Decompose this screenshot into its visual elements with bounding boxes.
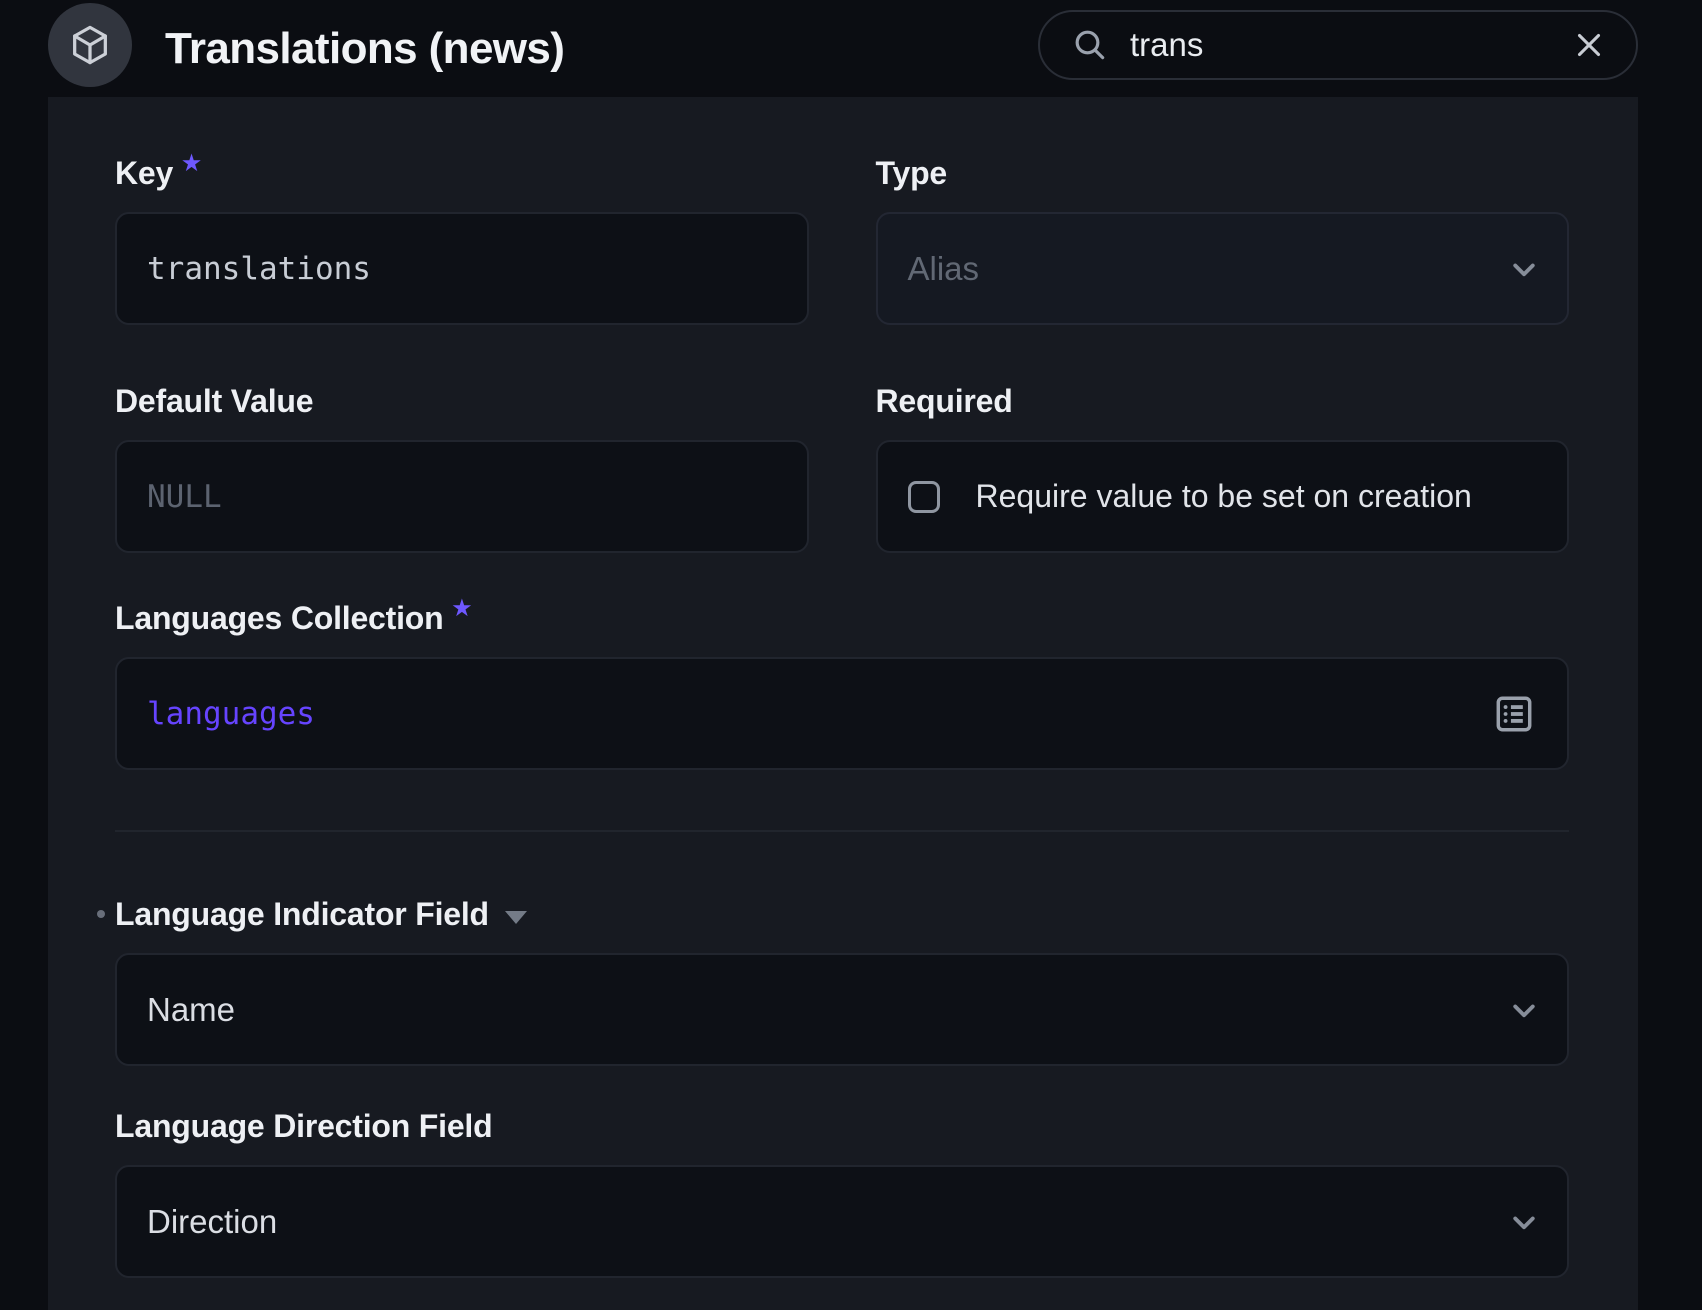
field-language-indicator: Language Indicator Field Name bbox=[115, 894, 1569, 1066]
search-icon bbox=[1070, 25, 1110, 65]
collection-icon-circle bbox=[48, 3, 132, 87]
clear-search-button[interactable] bbox=[1564, 20, 1614, 70]
close-icon bbox=[1570, 26, 1608, 64]
languages-collection-value: languages bbox=[147, 696, 315, 732]
required-label: Required bbox=[876, 381, 1570, 421]
field-language-direction: Language Direction Field Direction bbox=[115, 1106, 1569, 1278]
default-value-input-box bbox=[115, 440, 809, 553]
type-select[interactable]: Alias bbox=[876, 212, 1570, 325]
language-direction-select[interactable]: Direction bbox=[115, 1165, 1569, 1278]
field-key: Key★ bbox=[115, 153, 809, 325]
field-default-value: Default Value bbox=[115, 381, 809, 553]
language-indicator-select[interactable]: Name bbox=[115, 953, 1569, 1066]
chevron-down-icon bbox=[1503, 989, 1545, 1031]
default-value-input[interactable] bbox=[147, 442, 777, 551]
field-required: Required Require value to be set on crea… bbox=[876, 381, 1570, 553]
type-select-value: Alias bbox=[908, 250, 980, 288]
field-settings-panel: Key★ Type Alias Default Value bbox=[48, 97, 1638, 1310]
drawer-header: Translations (news) bbox=[0, 0, 1702, 97]
chevron-down-icon bbox=[1503, 1201, 1545, 1243]
cube-icon bbox=[67, 22, 113, 68]
languages-collection-field[interactable]: languages bbox=[115, 657, 1569, 770]
type-label: Type bbox=[876, 153, 1570, 193]
language-indicator-value: Name bbox=[147, 991, 235, 1029]
language-direction-value: Direction bbox=[147, 1203, 277, 1241]
field-languages-collection: Languages Collection★ languages bbox=[115, 598, 1569, 770]
search-box[interactable] bbox=[1038, 10, 1638, 80]
language-direction-label: Language Direction Field bbox=[115, 1106, 1569, 1146]
section-divider bbox=[115, 830, 1569, 832]
chevron-down-icon bbox=[1503, 248, 1545, 290]
required-checkbox-group: Require value to be set on creation bbox=[876, 440, 1570, 553]
page-title: Translations (news) bbox=[165, 24, 564, 74]
required-star-icon: ★ bbox=[453, 589, 472, 629]
default-value-label: Default Value bbox=[115, 381, 809, 421]
required-star-icon: ★ bbox=[182, 144, 201, 184]
edited-dot-icon bbox=[97, 910, 105, 918]
label-menu-caret-icon[interactable] bbox=[505, 911, 527, 924]
languages-collection-label: Languages Collection★ bbox=[115, 598, 1569, 638]
key-input[interactable] bbox=[147, 214, 777, 323]
language-indicator-label: Language Indicator Field bbox=[115, 894, 1569, 934]
collection-list-button[interactable] bbox=[1487, 687, 1541, 741]
list-icon bbox=[1491, 691, 1537, 737]
key-input-box bbox=[115, 212, 809, 325]
key-label: Key★ bbox=[115, 153, 809, 193]
field-type: Type Alias bbox=[876, 153, 1570, 325]
required-checkbox-label: Require value to be set on creation bbox=[976, 478, 1472, 515]
search-input[interactable] bbox=[1130, 26, 1564, 64]
required-checkbox[interactable] bbox=[908, 481, 940, 513]
